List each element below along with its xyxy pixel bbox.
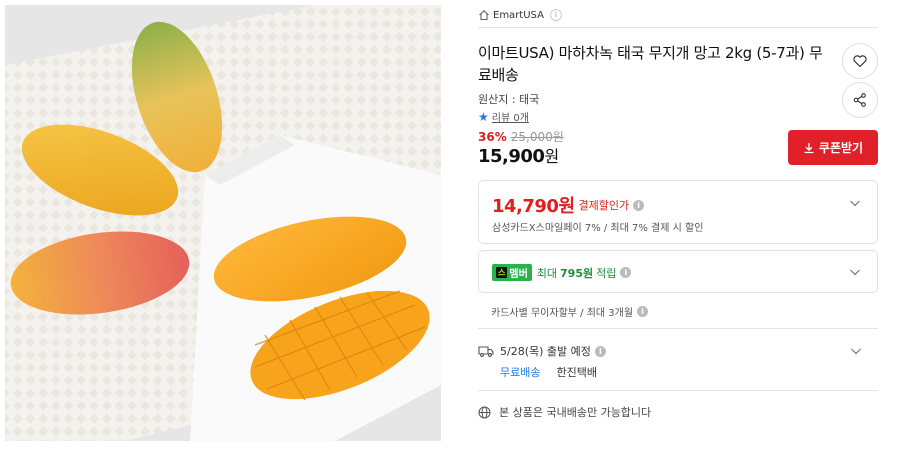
info-icon[interactable]: i (620, 267, 632, 278)
chevron-down-icon[interactable] (849, 197, 861, 209)
payment-description: 삼성카드X스마일페이 7% / 최대 7% 결제 시 할인 (492, 223, 704, 234)
product-image (5, 5, 441, 441)
membership-row: 스 멤버 최대 795원 적립 i (492, 264, 632, 281)
member-badge-mark: 스 (496, 267, 508, 278)
info-icon[interactable]: i (549, 9, 562, 21)
chevron-down-icon[interactable] (849, 266, 861, 278)
payment-price: 14,790원 (492, 196, 575, 217)
shipping-details: 무료배송 한진택배 (500, 364, 597, 380)
chevron-down-icon[interactable] (850, 345, 862, 357)
info-icon[interactable]: i (637, 306, 649, 317)
info-icon[interactable]: i (633, 199, 645, 211)
member-badge: 스 멤버 (492, 264, 532, 281)
product-title: 이마트USA) 마하차녹 태국 무지개 망고 2kg (5-7과) 무료배송 (478, 44, 823, 84)
star-icon: ★ (478, 109, 489, 124)
share-button[interactable] (842, 82, 878, 118)
seller-name: EmartUSA (493, 9, 544, 21)
globe-icon (478, 406, 491, 418)
installment-row: 카드사별 무이자할부 / 최대 3개월 i (491, 304, 649, 319)
member-points: 795원 (560, 266, 594, 280)
origin-text: 원산지 : 태국 (478, 93, 540, 106)
sale-price-unit: 원 (544, 147, 559, 166)
domestic-notice: 본 상품은 국내배송만 가능합니다 (478, 404, 651, 420)
installment-text: 카드사별 무이자할부 / 최대 3개월 (491, 308, 634, 319)
payment-price-row: 14,790원 결제할인가 i (492, 192, 645, 218)
courier-name: 한진택배 (556, 366, 597, 379)
divider (478, 27, 878, 28)
review-count: 리뷰 0개 (491, 113, 529, 124)
discount-rate: 36% (478, 129, 507, 144)
review-link[interactable]: ★ 리뷰 0개 (478, 109, 529, 125)
sale-price-number: 15,900 (478, 146, 545, 167)
payment-discount-card[interactable]: 14,790원 결제할인가 i 삼성카드X스마일페이 7% / 최대 7% 결제… (478, 180, 878, 244)
shipping-row: 5/28(목) 출발 예정 i (478, 343, 606, 359)
divider (478, 328, 878, 329)
member-earn-label: 적립 (596, 266, 617, 280)
member-badge-label: 멤버 (509, 269, 528, 280)
shipping-date: 5/28(목) 출발 예정 (500, 345, 591, 358)
product-info-panel: EmartUSA i 이마트USA) 마하차녹 태국 무지개 망고 2kg (5… (472, 0, 882, 453)
info-icon[interactable]: i (594, 345, 606, 357)
wishlist-button[interactable] (842, 43, 878, 79)
member-max-label: 최대 (536, 266, 558, 280)
free-shipping-label: 무료배송 (500, 366, 541, 379)
share-icon (853, 93, 866, 107)
sale-price: 15,900원 (478, 143, 559, 167)
truck-icon (478, 346, 494, 357)
coupon-button-label: 쿠폰받기 (818, 141, 864, 155)
domestic-notice-text: 본 상품은 국내배송만 가능합니다 (499, 406, 652, 419)
membership-card[interactable]: 스 멤버 최대 795원 적립 i (478, 250, 878, 293)
coupon-button[interactable]: 쿠폰받기 (788, 130, 878, 165)
seller-link[interactable]: EmartUSA i (478, 6, 562, 24)
heart-icon (853, 55, 867, 68)
divider (478, 390, 878, 391)
download-icon (804, 142, 814, 153)
payment-price-label: 결제할인가 (578, 199, 630, 212)
home-icon (479, 10, 489, 21)
